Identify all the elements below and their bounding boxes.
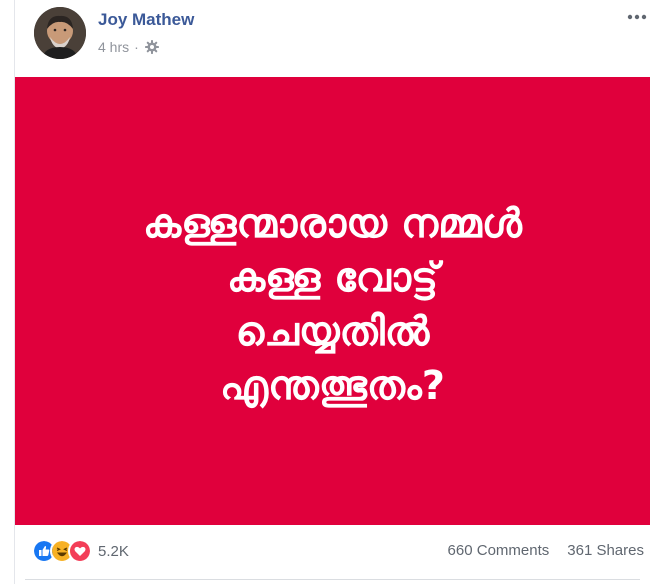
- more-options-icon[interactable]: [624, 6, 650, 28]
- post-time[interactable]: 4 hrs: [98, 39, 129, 55]
- reactions-summary[interactable]: 5.2K: [32, 539, 129, 563]
- reaction-count: 5.2K: [98, 542, 129, 560]
- meta-separator: ·: [134, 39, 139, 55]
- post-card: Joy Mathew 4 hrs · കള്ളന്മാരായ നമ്മൾ കള്…: [15, 0, 650, 584]
- post-meta: 4 hrs ·: [98, 39, 160, 55]
- post-footer: 5.2K 660 Comments 361 Shares: [15, 525, 650, 584]
- post-image[interactable]: കള്ളന്മാരായ നമ്മൾ കള്ള വോട്ട് ചെയ്യതിൽ എ…: [15, 77, 650, 525]
- comments-count-link[interactable]: 660 Comments: [448, 542, 550, 559]
- post-image-text: കള്ളന്മാരായ നമ്മൾ കള്ള വോട്ട് ചെയ്യതിൽ എ…: [15, 197, 650, 413]
- author-name[interactable]: Joy Mathew: [98, 10, 194, 30]
- post-image-line: കള്ളന്മാരായ നമ്മൾ: [143, 201, 522, 247]
- post-image-line: ചെയ്യതിൽ: [235, 309, 430, 355]
- avatar[interactable]: [34, 7, 86, 59]
- footer-divider: [25, 579, 640, 580]
- love-icon: [68, 539, 92, 563]
- engagement-stats: 660 Comments 361 Shares: [448, 542, 644, 559]
- shares-count-link[interactable]: 361 Shares: [567, 542, 644, 559]
- gear-icon[interactable]: [144, 39, 160, 55]
- post-image-line: എന്തത്ഭുതം?: [219, 363, 446, 409]
- post-image-line: കള്ള വോട്ട്: [226, 255, 439, 301]
- post-header: Joy Mathew 4 hrs ·: [15, 0, 650, 76]
